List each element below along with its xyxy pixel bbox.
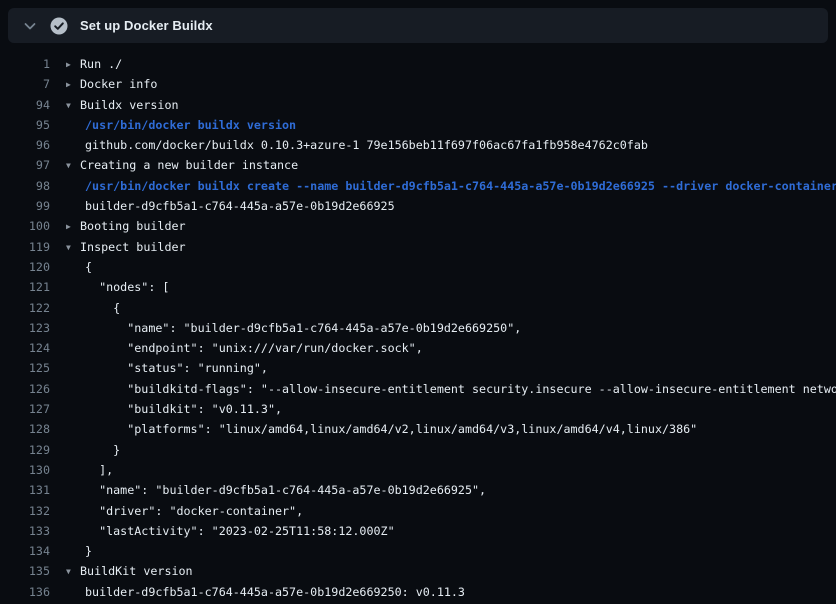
log-text: { (85, 260, 92, 274)
log-text: } (85, 544, 92, 558)
log-line: 98/usr/bin/docker buildx create --name b… (0, 176, 836, 196)
group-chevron-expanded-icon: ▼ (66, 562, 80, 581)
line-number[interactable]: 121 (0, 277, 50, 297)
line-number[interactable]: 100 (0, 216, 50, 236)
line-number[interactable]: 129 (0, 440, 50, 460)
log-line: 121 "nodes": [ (0, 277, 836, 297)
log-line: 134} (0, 541, 836, 561)
line-number[interactable]: 133 (0, 521, 50, 541)
log-text: "platforms": "linux/amd64,linux/amd64/v2… (85, 422, 697, 436)
log-line[interactable]: 100 ▶Booting builder (0, 216, 836, 236)
log-line: 127 "buildkit": "v0.11.3", (0, 399, 836, 419)
line-number[interactable]: 128 (0, 419, 50, 439)
log-line: 95/usr/bin/docker buildx version (0, 115, 836, 135)
group-title: BuildKit version (80, 564, 193, 578)
log-text: builder-d9cfb5a1-c764-445a-a57e-0b19d2e6… (85, 199, 395, 213)
line-number[interactable]: 122 (0, 298, 50, 318)
line-number[interactable]: 95 (0, 115, 50, 135)
log-line[interactable]: 1 ▶Run ./ (0, 54, 836, 74)
line-number[interactable]: 123 (0, 318, 50, 338)
log-line: 130 ], (0, 460, 836, 480)
log-text: "driver": "docker-container", (85, 504, 303, 518)
group-title: Run ./ (80, 57, 122, 71)
log-text: "buildkitd-flags": "--allow-insecure-ent… (85, 382, 836, 396)
log-text: "status": "running", (85, 361, 268, 375)
command-text: /usr/bin/docker buildx create --name bui… (85, 179, 836, 193)
group-title: Docker info (80, 77, 157, 91)
log-line[interactable]: 94 ▼Buildx version (0, 95, 836, 115)
log-line: 136 builder-d9cfb5a1-c764-445a-a57e-0b19d… (0, 582, 836, 602)
group-chevron-collapsed-icon: ▶ (66, 55, 80, 74)
log-text: "endpoint": "unix:///var/run/docker.sock… (85, 341, 423, 355)
log-line: 96 github.com/docker/buildx 0.10.3+azure-… (0, 135, 836, 155)
line-number[interactable]: 126 (0, 379, 50, 399)
log-line: 122 { (0, 298, 836, 318)
log-line[interactable]: 135 ▼BuildKit version (0, 561, 836, 581)
log-line: 99 builder-d9cfb5a1-c764-445a-a57e-0b19d2… (0, 196, 836, 216)
line-number[interactable]: 132 (0, 501, 50, 521)
log-line: 120 { (0, 257, 836, 277)
group-title: Creating a new builder instance (80, 158, 298, 172)
line-number[interactable]: 124 (0, 338, 50, 358)
log-text: builder-d9cfb5a1-c764-445a-a57e-0b19d2e6… (85, 585, 465, 599)
check-circle-icon (50, 17, 68, 35)
line-number[interactable]: 1 (0, 54, 50, 74)
log-line: 123 "name": "builder-d9cfb5a1-c764-445a-… (0, 318, 836, 338)
group-chevron-expanded-icon: ▼ (66, 238, 80, 257)
group-chevron-collapsed-icon: ▶ (66, 217, 80, 236)
line-number[interactable]: 119 (0, 237, 50, 257)
log-text: "nodes": [ (85, 280, 169, 294)
log-line: 125 "status": "running", (0, 358, 836, 378)
log-text: ], (85, 463, 113, 477)
log-line[interactable]: 7 ▶Docker info (0, 74, 836, 94)
log-text: } (85, 443, 120, 457)
log-line: 128 "platforms": "linux/amd64,linux/amd6… (0, 419, 836, 439)
log-line: 133 "lastActivity": "2023-02-25T11:58:12… (0, 521, 836, 541)
line-number[interactable]: 96 (0, 135, 50, 155)
group-chevron-collapsed-icon: ▶ (66, 75, 80, 94)
log-text: "buildkit": "v0.11.3", (85, 402, 282, 416)
group-title: Booting builder (80, 219, 186, 233)
log-line[interactable]: 97 ▼Creating a new builder instance (0, 155, 836, 175)
line-number[interactable]: 131 (0, 480, 50, 500)
log-text: "name": "builder-d9cfb5a1-c764-445a-a57e… (85, 483, 486, 497)
step-title: Set up Docker Buildx (80, 18, 213, 33)
log-lines: 1▶Run ./7▶Docker info94▼Buildx version95… (0, 54, 836, 602)
log-text: "lastActivity": "2023-02-25T11:58:12.000… (85, 524, 395, 538)
line-number[interactable]: 130 (0, 460, 50, 480)
line-number[interactable]: 135 (0, 561, 50, 581)
group-chevron-expanded-icon: ▼ (66, 96, 80, 115)
log-line: 131 "name": "builder-d9cfb5a1-c764-445a-… (0, 480, 836, 500)
log-line: 132 "driver": "docker-container", (0, 501, 836, 521)
log-line: 126 "buildkitd-flags": "--allow-insecure… (0, 379, 836, 399)
line-number[interactable]: 136 (0, 582, 50, 602)
group-chevron-expanded-icon: ▼ (66, 156, 80, 175)
line-number[interactable]: 98 (0, 176, 50, 196)
line-number[interactable]: 7 (0, 74, 50, 94)
log-line[interactable]: 119 ▼Inspect builder (0, 237, 836, 257)
line-number[interactable]: 125 (0, 358, 50, 378)
log-line: 124 "endpoint": "unix:///var/run/docker.… (0, 338, 836, 358)
line-number[interactable]: 120 (0, 257, 50, 277)
line-number[interactable]: 127 (0, 399, 50, 419)
step-header[interactable]: Set up Docker Buildx (8, 8, 828, 43)
line-number[interactable]: 97 (0, 155, 50, 175)
chevron-down-icon[interactable] (22, 18, 38, 34)
log-line: 129 } (0, 440, 836, 460)
line-number[interactable]: 94 (0, 95, 50, 115)
group-title: Inspect builder (80, 240, 186, 254)
log-text: { (85, 301, 120, 315)
line-number[interactable]: 134 (0, 541, 50, 561)
log-text: "name": "builder-d9cfb5a1-c764-445a-a57e… (85, 321, 521, 335)
line-number[interactable]: 99 (0, 196, 50, 216)
command-text: /usr/bin/docker buildx version (85, 118, 296, 132)
group-title: Buildx version (80, 98, 179, 112)
log-text: github.com/docker/buildx 0.10.3+azure-1 … (85, 138, 648, 152)
